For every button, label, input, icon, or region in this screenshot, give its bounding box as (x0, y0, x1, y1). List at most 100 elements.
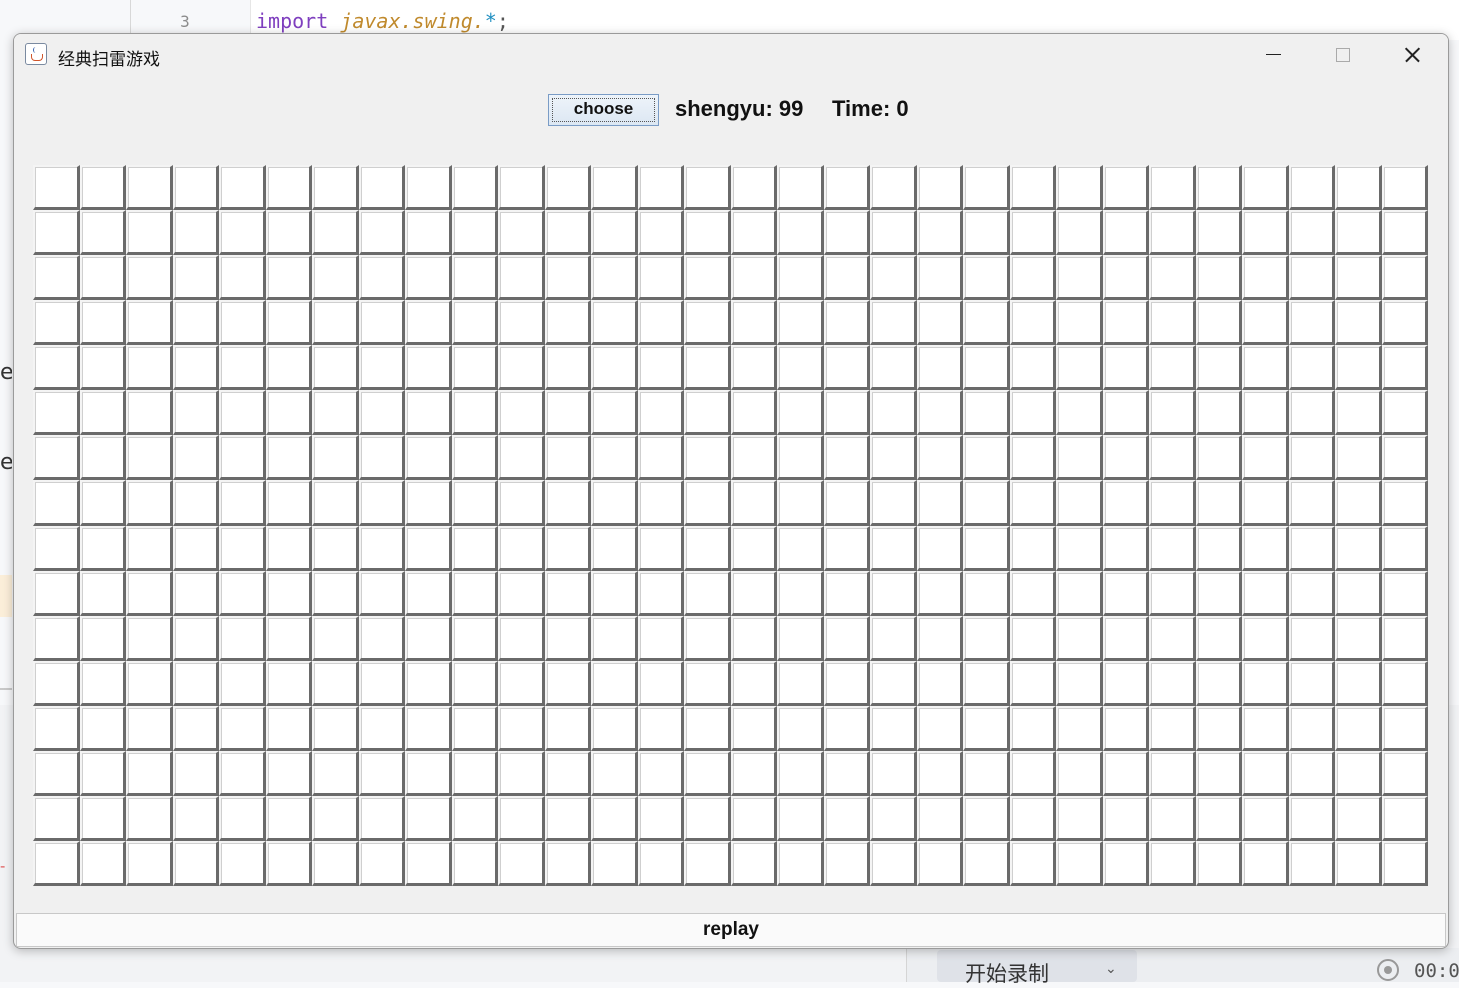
mine-cell[interactable] (963, 525, 1010, 571)
mine-cell[interactable] (79, 705, 126, 751)
mine-cell[interactable] (823, 300, 870, 346)
mine-cell[interactable] (870, 300, 917, 346)
mine-cell[interactable] (916, 615, 963, 661)
mine-cell[interactable] (823, 570, 870, 616)
mine-cell[interactable] (823, 345, 870, 391)
mine-cell[interactable] (1056, 840, 1103, 886)
mine-cell[interactable] (1335, 750, 1382, 796)
mine-cell[interactable] (312, 210, 359, 256)
mine-cell[interactable] (823, 705, 870, 751)
mine-cell[interactable] (1242, 705, 1289, 751)
mine-cell[interactable] (1009, 615, 1056, 661)
mine-cell[interactable] (544, 165, 591, 211)
mine-cell[interactable] (1009, 480, 1056, 526)
mine-cell[interactable] (544, 840, 591, 886)
mine-cell[interactable] (1335, 300, 1382, 346)
mine-cell[interactable] (544, 795, 591, 841)
mine-cell[interactable] (79, 390, 126, 436)
mine-cell[interactable] (823, 660, 870, 706)
mine-cell[interactable] (1381, 255, 1428, 301)
mine-cell[interactable] (1242, 390, 1289, 436)
mine-cell[interactable] (358, 705, 405, 751)
mine-cell[interactable] (591, 750, 638, 796)
mine-cell[interactable] (358, 210, 405, 256)
mine-cell[interactable] (172, 165, 219, 211)
mine-cell[interactable] (498, 480, 545, 526)
mine-cell[interactable] (1009, 750, 1056, 796)
mine-cell[interactable] (172, 570, 219, 616)
mine-cell[interactable] (219, 705, 266, 751)
mine-cell[interactable] (916, 300, 963, 346)
mine-cell[interactable] (405, 660, 452, 706)
mine-cell[interactable] (544, 435, 591, 481)
mine-cell[interactable] (1102, 615, 1149, 661)
mine-cell[interactable] (870, 660, 917, 706)
mine-cell[interactable] (172, 795, 219, 841)
mine-cell[interactable] (730, 660, 777, 706)
mine-cell[interactable] (1102, 660, 1149, 706)
mine-cell[interactable] (33, 390, 80, 436)
mine-cell[interactable] (1335, 615, 1382, 661)
mine-cell[interactable] (312, 255, 359, 301)
mine-cell[interactable] (1149, 705, 1196, 751)
mine-cell[interactable] (730, 210, 777, 256)
mine-cell[interactable] (498, 570, 545, 616)
mine-cell[interactable] (1056, 345, 1103, 391)
mine-cell[interactable] (916, 165, 963, 211)
mine-cell[interactable] (265, 705, 312, 751)
mine-cell[interactable] (265, 300, 312, 346)
mine-cell[interactable] (126, 840, 173, 886)
mine-cell[interactable] (265, 480, 312, 526)
mine-cell[interactable] (312, 390, 359, 436)
mine-cell[interactable] (1102, 345, 1149, 391)
mine-cell[interactable] (684, 705, 731, 751)
mine-cell[interactable] (33, 705, 80, 751)
mine-cell[interactable] (219, 480, 266, 526)
mine-cell[interactable] (79, 300, 126, 346)
mine-cell[interactable] (358, 795, 405, 841)
mine-cell[interactable] (451, 795, 498, 841)
mine-cell[interactable] (591, 660, 638, 706)
mine-cell[interactable] (637, 300, 684, 346)
title-bar[interactable]: 经典扫雷游戏 (14, 34, 1448, 76)
mine-cell[interactable] (870, 750, 917, 796)
mine-cell[interactable] (1056, 480, 1103, 526)
mine-cell[interactable] (405, 795, 452, 841)
mine-cell[interactable] (451, 660, 498, 706)
mine-cell[interactable] (1242, 795, 1289, 841)
mine-cell[interactable] (1102, 255, 1149, 301)
mine-cell[interactable] (405, 840, 452, 886)
mine-cell[interactable] (637, 840, 684, 886)
mine-cell[interactable] (916, 795, 963, 841)
mine-cell[interactable] (870, 210, 917, 256)
mine-cell[interactable] (1381, 435, 1428, 481)
mine-cell[interactable] (1102, 435, 1149, 481)
mine-cell[interactable] (684, 525, 731, 571)
mine-cell[interactable] (637, 390, 684, 436)
mine-cell[interactable] (405, 705, 452, 751)
mine-cell[interactable] (1102, 300, 1149, 346)
mine-cell[interactable] (591, 390, 638, 436)
mine-cell[interactable] (1381, 705, 1428, 751)
mine-cell[interactable] (1195, 300, 1242, 346)
mine-cell[interactable] (126, 615, 173, 661)
mine-cell[interactable] (591, 255, 638, 301)
mine-cell[interactable] (33, 165, 80, 211)
mine-cell[interactable] (358, 570, 405, 616)
mine-cell[interactable] (1335, 210, 1382, 256)
mine-cell[interactable] (312, 795, 359, 841)
mine-cell[interactable] (126, 750, 173, 796)
mine-cell[interactable] (219, 390, 266, 436)
mine-cell[interactable] (33, 435, 80, 481)
mine-cell[interactable] (777, 795, 824, 841)
mine-cell[interactable] (823, 255, 870, 301)
mine-cell[interactable] (498, 660, 545, 706)
mine-cell[interactable] (823, 615, 870, 661)
mine-cell[interactable] (1195, 165, 1242, 211)
mine-cell[interactable] (730, 480, 777, 526)
mine-cell[interactable] (1288, 345, 1335, 391)
mine-cell[interactable] (172, 615, 219, 661)
mine-cell[interactable] (637, 255, 684, 301)
mine-cell[interactable] (451, 525, 498, 571)
mine-cell[interactable] (637, 525, 684, 571)
